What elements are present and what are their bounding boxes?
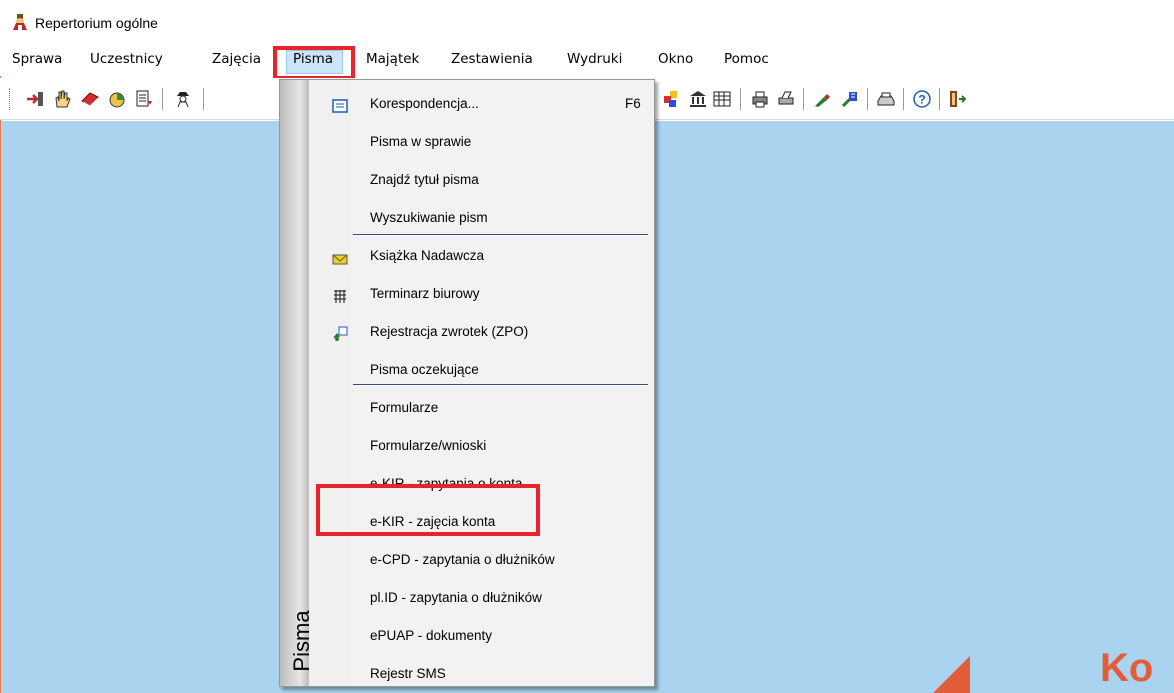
toolbar-separator [803,88,804,110]
help-icon[interactable]: ? [912,89,932,109]
menu-okno[interactable]: Okno [658,51,693,67]
menu-separator [353,234,648,236]
menu-item-wyszukiwanie-pism[interactable]: Wyszukiwanie pism [370,210,488,225]
return-receipt-icon [333,326,348,341]
columns-icon[interactable] [712,89,732,109]
menu-item-rejestr-sms[interactable]: Rejestr SMS [370,666,446,681]
background-logo-text: Ko [1100,646,1154,690]
hand-icon[interactable] [52,89,72,109]
palette-icon[interactable] [661,89,681,109]
bank-icon[interactable] [688,89,708,109]
menu-sprawa[interactable]: Sprawa [12,51,62,67]
menu-item-znajdz-tytul-pisma[interactable]: Znajdź tytuł pisma [370,172,479,187]
menu-separator [353,384,648,386]
pisma-dropdown-menu: Pisma Korespondencja... F6 Pisma w spraw… [279,79,655,687]
shortcut-f6: F6 [625,96,641,111]
menu-item-formularze-wnioski[interactable]: Formularze/wnioski [370,438,486,453]
menu-zestawienia[interactable]: Zestawienia [451,51,533,67]
menu-item-pisma-oczekujace[interactable]: Pisma oczekujące [370,362,479,377]
calendar-icon [334,290,346,303]
menu-item-terminarz-biurowy[interactable]: Terminarz biurowy [370,286,480,301]
background-logo-shape [930,656,970,693]
agent-icon[interactable] [173,89,193,109]
pie-chart-icon[interactable] [107,89,127,109]
toolbar-separator [939,88,940,110]
letter-icon [332,99,348,113]
menu-item-plid-zapytania[interactable]: pl.ID - zapytania o dłużników [370,590,542,605]
fax-icon[interactable] [876,89,896,109]
envelope-icon [332,254,348,265]
menu-majatek[interactable]: Majątek [366,51,419,67]
menu-item-ecpd-zapytania[interactable]: e-CPD - zapytania o dłużników [370,552,555,567]
highlight-box-ekir-zajecia [316,484,540,536]
title-bar: Repertorium ogólne [0,0,1174,42]
menu-pisma-highlight-box [273,46,355,80]
menu-item-korespondencja[interactable]: Korespondencja... [370,96,479,111]
document-icon[interactable] [134,89,154,109]
book-icon[interactable] [80,89,100,109]
login-icon[interactable] [25,89,45,109]
menu-item-epuap-dokumenty[interactable]: ePUAP - dokumenty [370,628,492,643]
printer-icon[interactable] [750,89,770,109]
exit-icon[interactable] [947,89,967,109]
toolbar-separator [903,88,904,110]
wizard-icon[interactable] [840,89,860,109]
toolbar-separator [867,88,868,110]
toolbar-separator [162,88,163,110]
window-title: Repertorium ogólne [35,15,158,31]
menu-wydruki[interactable]: Wydruki [567,51,622,67]
menu-item-ksiazka-nadawcza[interactable]: Książka Nadawcza [370,248,484,263]
pen-icon[interactable] [812,89,832,109]
menu-zajecia[interactable]: Zajęcia [212,51,261,67]
menu-item-formularze[interactable]: Formularze [370,400,438,415]
toolbar-grip[interactable] [9,88,12,110]
svg-text:?: ? [918,93,925,107]
menu-pomoc[interactable]: Pomoc [724,51,769,67]
menu-item-pisma-w-sprawie[interactable]: Pisma w sprawie [370,134,471,149]
toolbar-separator [203,88,204,110]
toolbar-separator [740,88,741,110]
printer-setup-icon[interactable] [776,89,796,109]
dropdown-sidebar: Pisma [280,80,314,686]
dropdown-icon-column [309,80,351,686]
menu-item-rejestracja-zwrotek[interactable]: Rejestracja zwrotek (ZPO) [370,324,528,339]
app-logo-icon [13,14,27,30]
menu-uczestnicy[interactable]: Uczestnicy [90,51,163,67]
